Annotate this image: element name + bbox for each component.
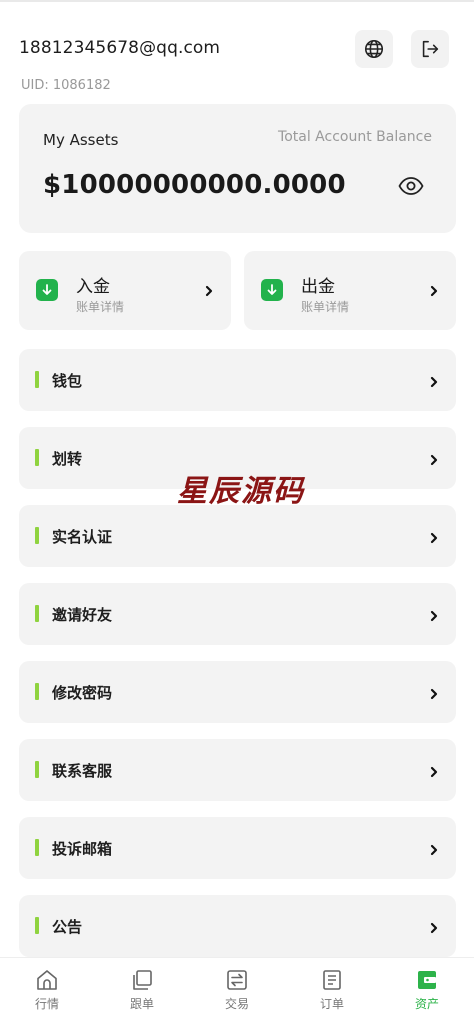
menu-item-support[interactable]: 联系客服 <box>19 739 456 801</box>
menu-item-label: 联系客服 <box>52 762 113 780</box>
assets-card: My Assets Total Account Balance $1000000… <box>19 104 456 233</box>
menu-item-label: 公告 <box>52 918 83 936</box>
account-uid: UID: 1086182 <box>21 78 111 93</box>
chevron-right-icon <box>430 454 438 466</box>
tab-assets[interactable]: 资产 <box>399 968 455 1018</box>
withdraw-title: 出金 <box>301 277 335 297</box>
chevron-right-icon <box>430 688 438 700</box>
watermark-text: 星辰源码 <box>177 474 305 509</box>
account-email: 18812345678@qq.com <box>19 38 221 58</box>
menu-accent-bar <box>35 683 39 700</box>
account-header: 18812345678@qq.com UID: 1086182 <box>19 30 456 100</box>
menu-accent-bar <box>35 839 39 856</box>
withdraw-button[interactable]: 出金 账单详情 <box>244 251 456 330</box>
globe-icon <box>364 39 384 59</box>
menu-item-label: 钱包 <box>52 372 83 390</box>
menu-item-wallet[interactable]: 钱包 <box>19 349 456 411</box>
menu-item-invite[interactable]: 邀请好友 <box>19 583 456 645</box>
logout-button[interactable] <box>411 30 449 68</box>
menu-accent-bar <box>35 605 39 622</box>
deposit-button[interactable]: 入金 账单详情 <box>19 251 231 330</box>
menu-accent-bar <box>35 371 39 388</box>
copy-icon <box>133 970 152 990</box>
arrow-down-icon <box>36 279 58 301</box>
menu-item-complaint-email[interactable]: 投诉邮箱 <box>19 817 456 879</box>
chevron-right-icon <box>430 610 438 622</box>
menu-accent-bar <box>35 917 39 934</box>
tab-label: 资产 <box>414 997 439 1011</box>
chevron-right-icon <box>430 766 438 778</box>
chevron-right-icon <box>430 285 438 297</box>
toggle-balance-visibility[interactable] <box>398 176 424 200</box>
menu-item-change-password[interactable]: 修改密码 <box>19 661 456 723</box>
language-button[interactable] <box>355 30 393 68</box>
exchange-icon <box>227 970 247 990</box>
chevron-right-icon <box>430 844 438 856</box>
top-divider <box>0 0 474 2</box>
tab-label: 交易 <box>224 997 249 1011</box>
tab-copy-trade[interactable]: 跟单 <box>114 968 170 1018</box>
tab-market[interactable]: 行情 <box>19 968 75 1018</box>
menu-item-label: 修改密码 <box>52 684 113 702</box>
menu-item-announcement[interactable]: 公告 <box>19 895 456 957</box>
tab-trade[interactable]: 交易 <box>209 968 265 1018</box>
chevron-right-icon <box>430 922 438 934</box>
deposit-title: 入金 <box>76 277 110 297</box>
menu-accent-bar <box>35 527 39 544</box>
deposit-subtitle: 账单详情 <box>76 300 125 314</box>
arrow-down-icon <box>261 279 283 301</box>
tab-orders[interactable]: 订单 <box>304 968 360 1018</box>
logout-icon <box>422 40 439 58</box>
chevron-right-icon <box>430 532 438 544</box>
assets-title: My Assets <box>43 131 119 149</box>
menu-accent-bar <box>35 761 39 778</box>
balance-label: Total Account Balance <box>278 129 432 145</box>
home-icon <box>37 970 57 990</box>
menu-item-label: 划转 <box>52 450 83 468</box>
orders-icon <box>323 970 341 990</box>
tab-label: 跟单 <box>129 997 154 1011</box>
menu-item-label: 邀请好友 <box>52 606 113 624</box>
chevron-right-icon <box>205 285 213 297</box>
chevron-right-icon <box>430 376 438 388</box>
eye-icon <box>398 177 424 195</box>
menu-item-verification[interactable]: 实名认证 <box>19 505 456 567</box>
tab-label: 订单 <box>319 997 344 1011</box>
wallet-icon <box>418 971 436 989</box>
balance-value: $10000000000.0000 <box>43 170 346 200</box>
menu-item-label: 实名认证 <box>52 528 113 546</box>
tab-label: 行情 <box>34 997 59 1011</box>
menu-item-label: 投诉邮箱 <box>52 840 113 858</box>
menu-accent-bar <box>35 449 39 466</box>
bottom-tab-bar: 行情 跟单 交易 订单 资产 <box>0 957 474 1024</box>
withdraw-subtitle: 账单详情 <box>301 300 350 314</box>
